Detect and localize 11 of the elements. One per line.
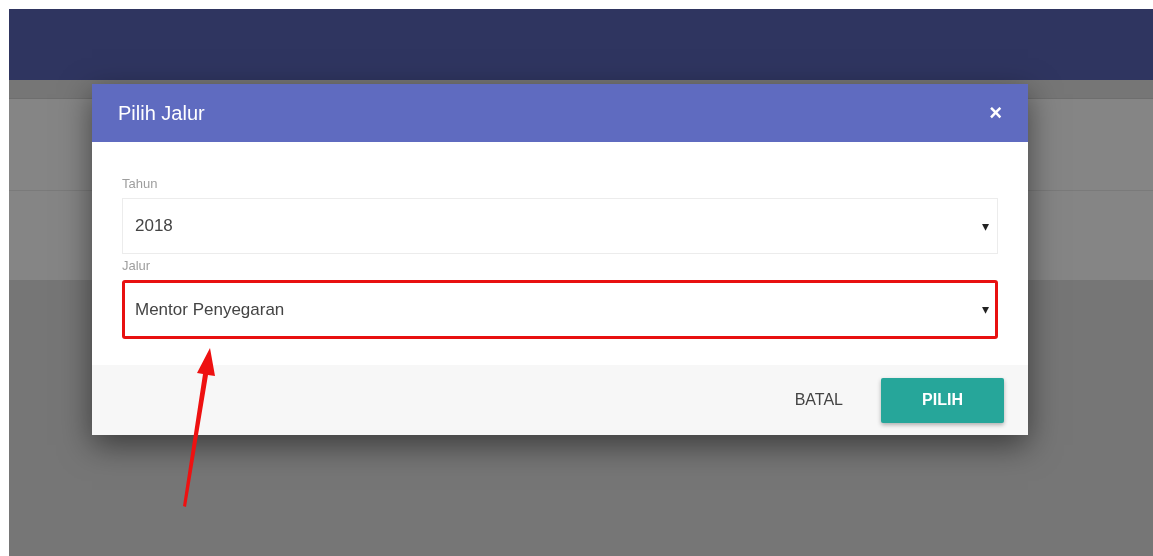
caret-icon: ▾ [982,299,989,320]
dialog-title: Pilih Jalur [118,101,205,126]
select-field[interactable]: 2018 ▾ [122,198,998,254]
field-label: Jalur [122,258,151,274]
close-button[interactable]: × [989,102,1002,124]
batal-button[interactable]: BATAL [792,377,845,423]
select-value: Mentor Penyegaran [135,298,285,321]
select-field[interactable]: Mentor Penyegaran ▾ [122,280,998,339]
caret-icon: ▾ [982,215,989,237]
field-label: Tahun [122,176,158,192]
select-value: 2018 [135,215,173,238]
